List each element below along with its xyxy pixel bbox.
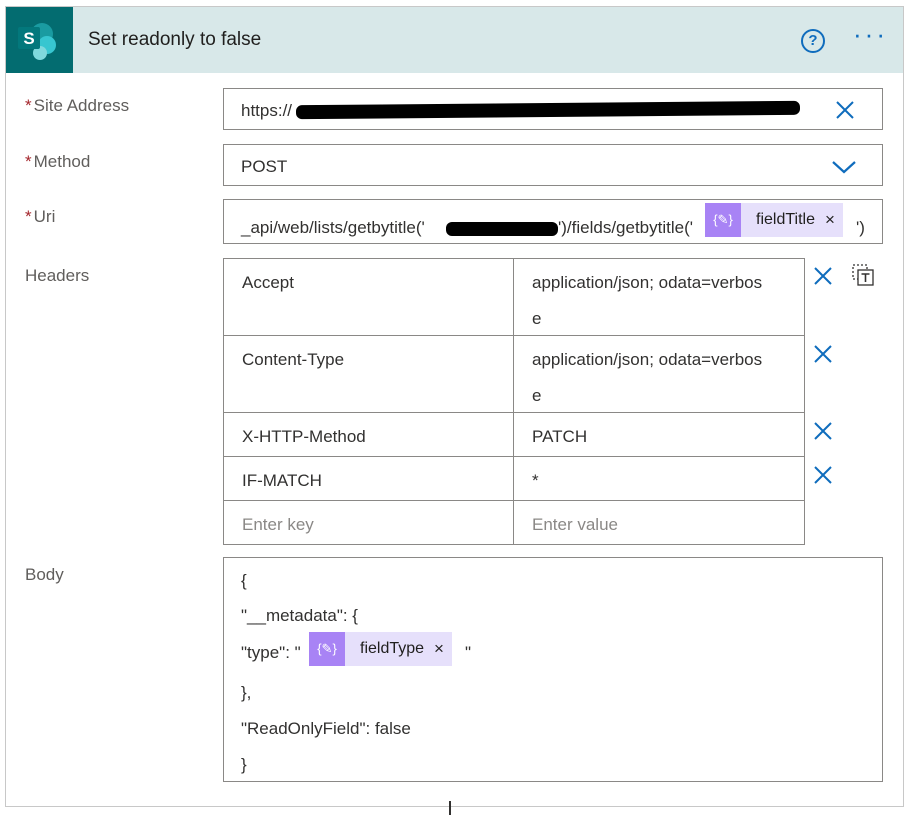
expression-icon: {✎} <box>705 203 741 237</box>
header-value-line2: e <box>532 309 542 328</box>
text-mode-icon[interactable] <box>852 264 874 286</box>
required-marker: * <box>25 152 32 171</box>
close-icon[interactable] <box>835 100 855 120</box>
close-icon[interactable] <box>813 344 833 364</box>
method-dropdown[interactable]: POST <box>223 144 883 186</box>
header-value-cell[interactable]: application/json; odata=verbos e <box>513 258 805 336</box>
help-circle-icon[interactable]: ? <box>801 29 825 53</box>
expression-icon: {✎} <box>309 632 345 666</box>
site-address-value: https:// <box>241 101 293 120</box>
header-key-cell[interactable]: IF-MATCH <box>223 456 514 501</box>
body-line: "type": " <box>241 643 301 662</box>
uri-label: * Uri <box>25 207 55 227</box>
body-label: Body <box>25 565 64 584</box>
headers-label: Headers <box>25 266 90 285</box>
token-remove-icon[interactable]: × <box>815 210 843 230</box>
method-label: * Method <box>25 152 90 172</box>
action-title[interactable]: Set readonly to false <box>88 29 261 51</box>
body-line: { <box>241 571 247 590</box>
header-value-input[interactable]: Enter value <box>513 500 805 545</box>
header-value-cell[interactable]: application/json; odata=verbos e <box>513 335 805 413</box>
token-label: fieldTitle <box>756 211 815 228</box>
key-placeholder: Enter key <box>242 515 314 534</box>
redaction-bar <box>446 222 558 236</box>
chevron-down-icon[interactable] <box>831 160 857 174</box>
sharepoint-icon: S <box>6 7 73 73</box>
header-key: Content-Type <box>242 350 345 369</box>
field-title-token[interactable]: {✎} fieldTitle × <box>705 203 843 237</box>
body-line: "__metadata": { <box>241 606 358 625</box>
header-value-line2: e <box>532 386 542 405</box>
connector-line <box>449 801 451 815</box>
redaction-bar <box>295 100 801 120</box>
header-key: IF-MATCH <box>242 471 322 490</box>
header-value-cell[interactable]: PATCH <box>513 412 805 457</box>
ellipsis-icon[interactable]: ··· <box>853 19 888 50</box>
svg-text:S: S <box>23 29 34 48</box>
header-value-line1: * <box>532 471 539 490</box>
value-placeholder: Enter value <box>532 515 618 534</box>
required-marker: * <box>25 96 32 115</box>
required-marker: * <box>25 207 32 226</box>
method-value: POST <box>241 157 288 176</box>
header-key: X-HTTP-Method <box>242 427 366 446</box>
close-icon[interactable] <box>813 266 833 286</box>
header-key: Accept <box>242 273 294 292</box>
site-address-field[interactable]: https:// <box>223 88 883 130</box>
header-value-cell[interactable]: * <box>513 456 805 501</box>
body-line: "ReadOnlyField": false <box>241 719 411 738</box>
uri-label-text: Uri <box>33 207 56 226</box>
header-value-line1: PATCH <box>532 427 588 446</box>
action-header[interactable]: S Set readonly to false ? ··· <box>6 7 903 73</box>
close-icon[interactable] <box>813 421 833 441</box>
body-editor[interactable]: { "__metadata": { "type": " {✎} fieldTyp… <box>223 557 883 782</box>
token-label: fieldType <box>360 640 425 657</box>
method-label-text: Method <box>33 152 91 171</box>
header-key-input[interactable]: Enter key <box>223 500 514 545</box>
body-line: } <box>241 755 247 774</box>
body-line: " <box>465 643 472 662</box>
header-key-cell[interactable]: Accept <box>223 258 514 336</box>
header-key-cell[interactable]: X-HTTP-Method <box>223 412 514 457</box>
header-key-cell[interactable]: Content-Type <box>223 335 514 413</box>
header-value-line1: application/json; odata=verbos <box>532 273 763 292</box>
uri-suffix: ') <box>856 218 865 237</box>
uri-field[interactable]: _api/web/lists/getbytitle(' ')/fields/ge… <box>223 199 883 244</box>
field-type-token[interactable]: {✎} fieldType × <box>309 632 452 666</box>
close-icon[interactable] <box>813 465 833 485</box>
action-card: S Set readonly to false ? ··· * Site Addr… <box>5 6 904 807</box>
site-address-label: * Site Address <box>25 96 129 116</box>
uri-middle: ')/fields/getbytitle(' <box>558 218 693 237</box>
body-line: }, <box>241 683 252 702</box>
token-remove-icon[interactable]: × <box>424 639 452 659</box>
site-address-label-text: Site Address <box>33 96 130 115</box>
header-value-line1: application/json; odata=verbos <box>532 350 763 369</box>
uri-prefix: _api/web/lists/getbytitle(' <box>241 218 425 237</box>
